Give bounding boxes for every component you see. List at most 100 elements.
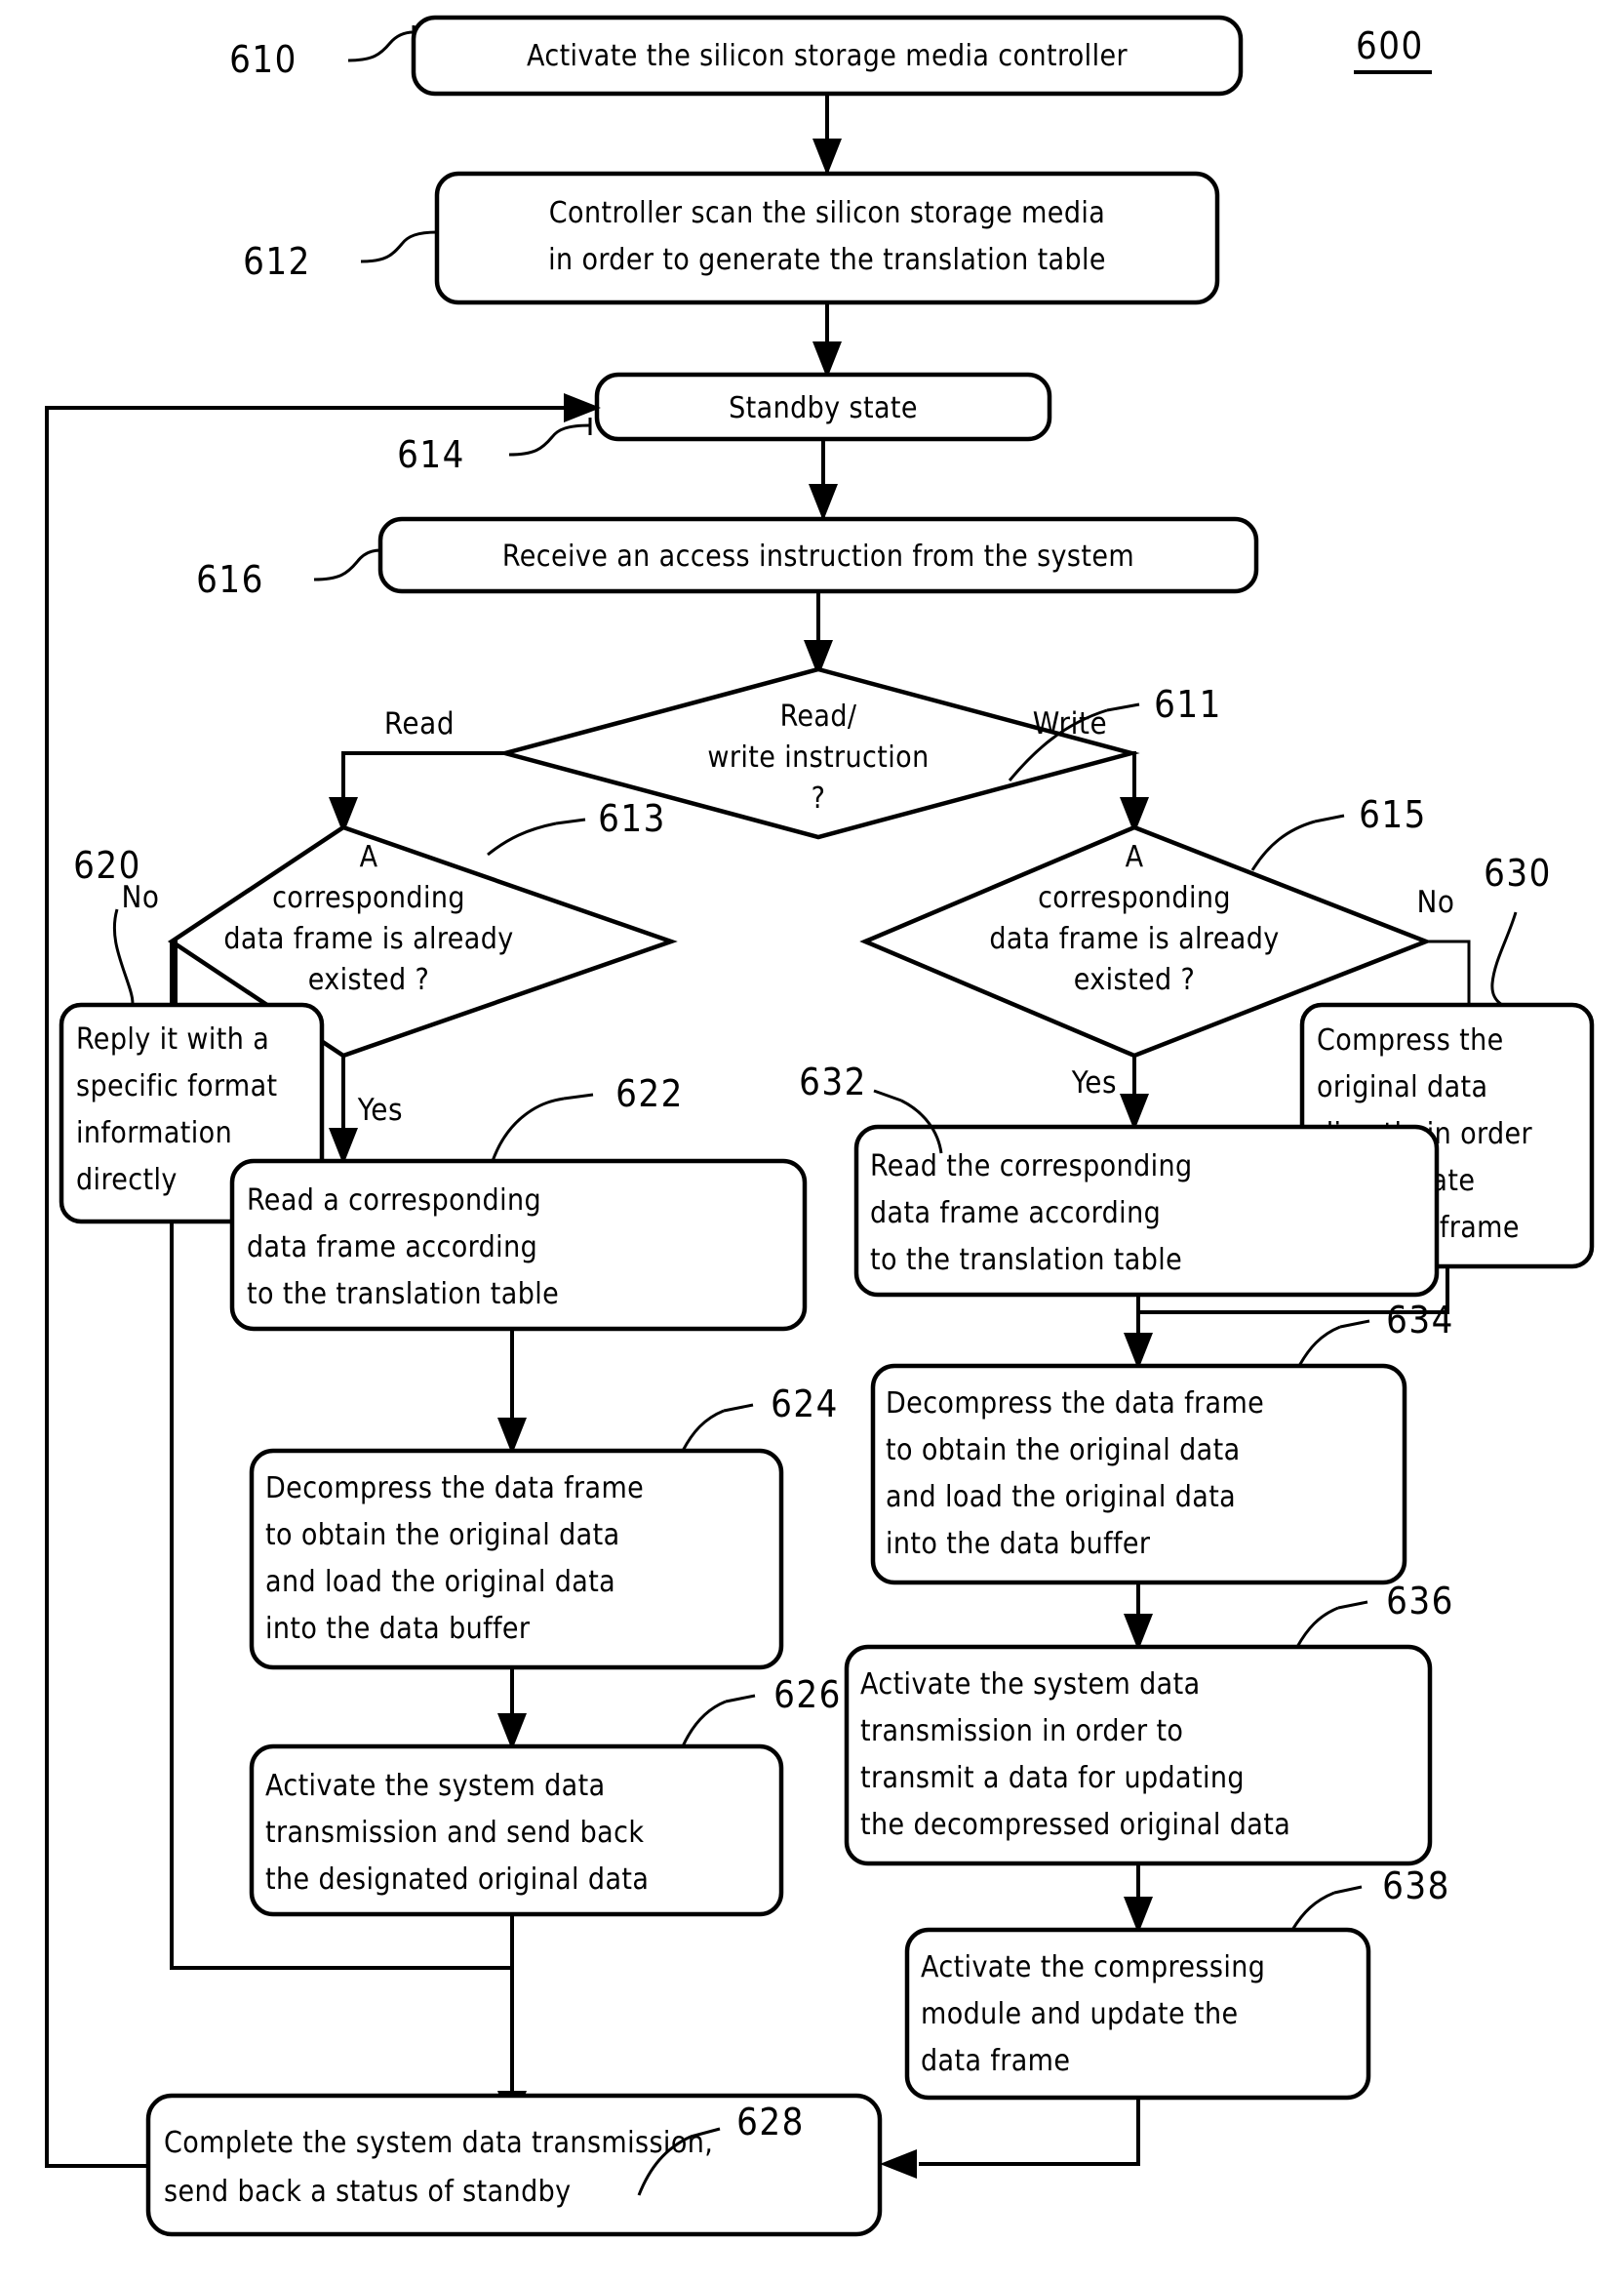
edge-638-628 — [880, 2098, 1140, 2179]
edge-616-611 — [804, 591, 833, 677]
node-615-line-0: A — [1126, 840, 1144, 874]
node-638-line-2: data frame — [921, 2044, 1070, 2078]
node-622-line-2: to the translation table — [247, 1277, 559, 1311]
edge-622-624 — [497, 1329, 527, 1455]
node-632[interactable]: Read the corresponding data frame accord… — [853, 1124, 1440, 1298]
node-610-leader: 610 — [229, 25, 416, 81]
node-622-line-0: Read a corresponding — [247, 1183, 541, 1218]
node-616[interactable]: Receive an access instruction from the s… — [377, 516, 1259, 594]
node-614-ref: 614 — [397, 433, 465, 476]
node-615-line-2: data frame is already — [989, 922, 1279, 956]
node-613-ref: 613 — [598, 797, 666, 840]
node-624-line-2: and load the original data — [265, 1565, 615, 1599]
node-626-line-0: Activate the system data — [265, 1769, 606, 1803]
node-610-line-0: Activate the silicon storage media contr… — [527, 39, 1128, 73]
node-612-ref: 612 — [243, 240, 311, 283]
node-626-line-1: transmission and send back — [265, 1816, 644, 1850]
node-634-line-2: and load the original data — [886, 1480, 1236, 1514]
node-634-leader: 634 — [1297, 1299, 1454, 1367]
node-610[interactable]: Activate the silicon storage media contr… — [411, 15, 1244, 97]
flowchart-canvas: 600 Activate the silicon storage media c… — [45, 15, 1595, 2237]
node-636-line-3: the decompressed original data — [860, 1808, 1290, 1842]
node-626-leader: 626 — [681, 1673, 840, 1747]
node-636-line-1: transmission in order to — [860, 1714, 1183, 1748]
node-626[interactable]: Activate the system data transmission an… — [249, 1743, 784, 1917]
node-624[interactable]: Decompress the data frame to obtain the … — [249, 1448, 784, 1670]
edge-615-no: No — [1416, 885, 1471, 1005]
node-613-line-0: A — [360, 840, 378, 874]
node-624-leader: 624 — [681, 1382, 839, 1452]
edge-613-yes: Yes — [329, 1056, 403, 1165]
edge-612-614 — [812, 302, 842, 379]
node-612-line-0: Controller scan the silicon storage medi… — [549, 196, 1105, 230]
node-614-leader: 614 — [397, 418, 592, 476]
node-624-line-3: into the data buffer — [265, 1612, 531, 1646]
node-626-line-2: the designated original data — [265, 1862, 649, 1897]
node-620-leader: 620 — [73, 844, 141, 1006]
edge-632-634 — [1124, 1295, 1153, 1370]
node-613-line-3: existed ? — [308, 963, 429, 997]
node-614[interactable]: Standby state — [594, 372, 1052, 442]
node-622-line-1: data frame according — [247, 1230, 537, 1264]
edge-611-read: Read — [329, 706, 505, 834]
node-628-line-0: Complete the system data transmission, — [164, 2126, 713, 2160]
edge-label-yes-left: Yes — [357, 1093, 403, 1128]
edge-624-626 — [497, 1667, 527, 1750]
edge-615-yes: Yes — [1071, 1056, 1149, 1131]
node-634-line-0: Decompress the data frame — [886, 1386, 1264, 1421]
node-610-ref: 610 — [229, 38, 297, 81]
node-628-line-1: send back a status of standby — [164, 2175, 572, 2209]
node-638-leader: 638 — [1290, 1864, 1448, 1931]
node-624-ref: 624 — [771, 1382, 839, 1425]
node-634-line-3: into the data buffer — [886, 1527, 1151, 1561]
node-620-line-0: Reply it with a — [76, 1022, 269, 1057]
node-636[interactable]: Activate the system data transmission in… — [844, 1644, 1433, 1866]
node-613-line-1: corresponding — [272, 881, 465, 915]
edge-610-612 — [812, 94, 842, 176]
node-615-line-3: existed ? — [1074, 963, 1195, 997]
edge-label-no-right: No — [1416, 885, 1454, 920]
node-632-line-1: data frame according — [870, 1196, 1161, 1230]
node-615-line-1: corresponding — [1038, 881, 1231, 915]
node-630-ref: 630 — [1484, 852, 1552, 895]
node-636-ref: 636 — [1386, 1580, 1454, 1622]
node-612[interactable]: Controller scan the silicon storage medi… — [434, 171, 1220, 305]
node-613-line-2: data frame is already — [223, 922, 513, 956]
edge-label-read: Read — [384, 706, 455, 741]
node-628-ref: 628 — [736, 2101, 805, 2143]
node-622-leader: 622 — [491, 1072, 684, 1162]
node-611-line-0: Read/ — [780, 700, 857, 734]
node-611-line-1: write instruction — [707, 741, 929, 775]
node-615-leader: 615 — [1250, 793, 1427, 871]
node-616-leader: 616 — [196, 542, 382, 601]
node-620-ref: 620 — [73, 844, 141, 887]
node-634-line-1: to obtain the original data — [886, 1433, 1241, 1467]
node-630-leader: 630 — [1484, 852, 1552, 1007]
node-611-line-2: ? — [812, 781, 826, 816]
edge-634-636 — [1124, 1582, 1153, 1651]
node-612-box[interactable] — [434, 171, 1220, 305]
node-616-ref: 616 — [196, 558, 264, 601]
node-636-leader: 636 — [1295, 1580, 1454, 1648]
node-638-line-0: Activate the compressing — [921, 1950, 1265, 1984]
node-624-line-0: Decompress the data frame — [265, 1471, 644, 1505]
node-620-line-3: directly — [76, 1163, 178, 1197]
node-612-line-1: in order to generate the translation tab… — [548, 243, 1106, 277]
node-615-ref: 615 — [1359, 793, 1427, 836]
edge-label-yes-right: Yes — [1071, 1065, 1117, 1101]
node-636-line-2: transmit a data for updating — [860, 1761, 1245, 1795]
node-622-ref: 622 — [615, 1072, 684, 1115]
node-612-leader: 612 — [243, 224, 439, 283]
node-613-leader: 613 — [487, 797, 666, 857]
node-638[interactable]: Activate the compressing module and upda… — [904, 1927, 1371, 2101]
node-622[interactable]: Read a corresponding data frame accordin… — [229, 1158, 808, 1332]
node-634[interactable]: Decompress the data frame to obtain the … — [870, 1363, 1407, 1585]
figure-number: 600 — [1354, 24, 1432, 74]
node-632-line-0: Read the corresponding — [870, 1149, 1193, 1183]
node-638-line-1: module and update the — [921, 1997, 1238, 2031]
node-630-line-0: Compress the — [1317, 1023, 1504, 1058]
node-632-line-2: to the translation table — [870, 1243, 1182, 1277]
node-624-line-1: to obtain the original data — [265, 1518, 620, 1552]
node-636-line-0: Activate the system data — [860, 1667, 1201, 1702]
node-634-ref: 634 — [1386, 1299, 1454, 1342]
